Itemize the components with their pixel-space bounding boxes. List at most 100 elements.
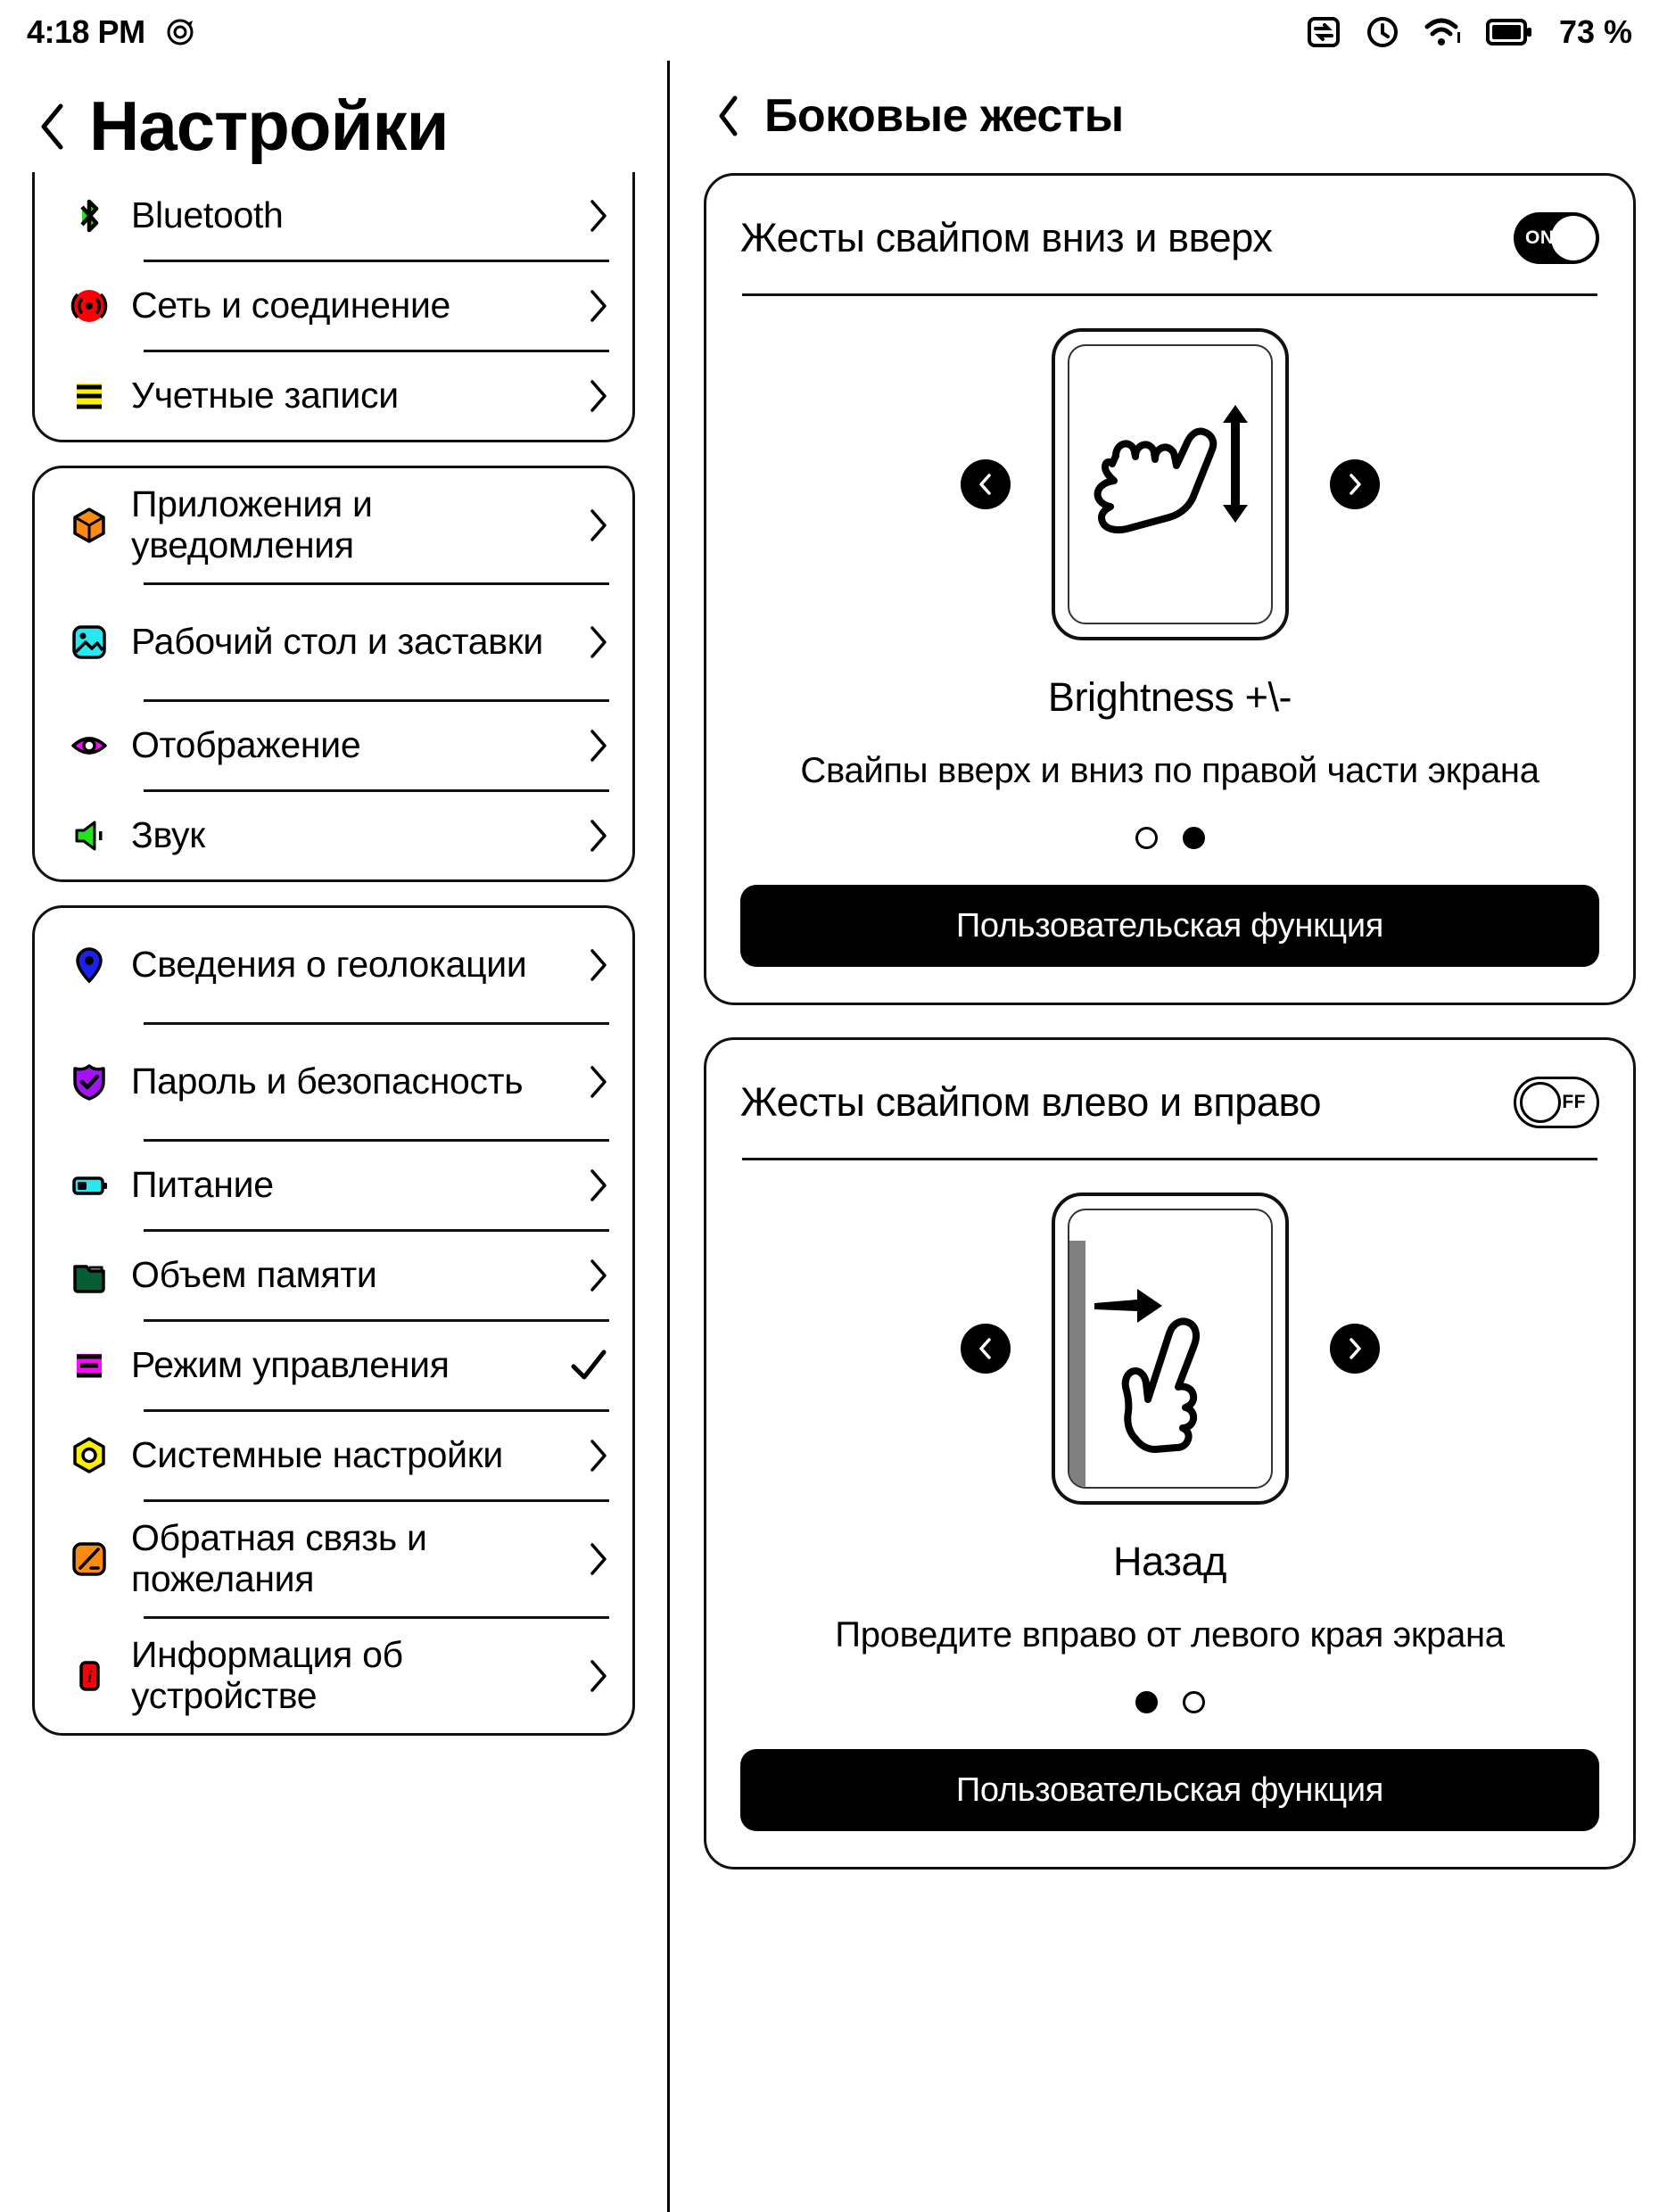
display-eye-icon: [65, 722, 113, 770]
sidebar-item-power[interactable]: Питание: [35, 1142, 632, 1229]
chevron-left-circle-icon[interactable]: [960, 1324, 1011, 1374]
svg-text:i: i: [87, 1668, 93, 1687]
sidebar-item-label: Рабочий стол и заставки: [131, 621, 543, 663]
custom-function-button[interactable]: Пользовательская функция: [740, 1749, 1599, 1831]
carousel-dot[interactable]: [1135, 827, 1158, 849]
sidebar-item-label: Пароль и безопасность: [131, 1061, 524, 1102]
sidebar-item-bluetooth[interactable]: Bluetooth: [35, 172, 632, 260]
sidebar-item-system-settings[interactable]: Системные настройки: [35, 1412, 632, 1499]
carousel-dots: [740, 827, 1599, 849]
carousel-dot[interactable]: [1182, 1691, 1205, 1713]
status-time: 4:18 PM: [27, 13, 145, 50]
sidebar-item-label: Учетные записи: [131, 375, 399, 417]
custom-function-button[interactable]: Пользовательская функция: [740, 885, 1599, 967]
settings-group-3: Сведения о геолокации Пароль и безопасно…: [32, 905, 635, 1736]
apps-cube-icon: [65, 501, 113, 549]
sidebar-item-label: Системные настройки: [131, 1434, 503, 1476]
chevron-left-circle-icon[interactable]: [960, 459, 1011, 509]
sidebar-item-label: Обратная связь и пожелания: [131, 1517, 427, 1599]
chevron-right-icon: [588, 378, 609, 414]
chevron-right-icon: [588, 1541, 609, 1577]
sidebar-item-display[interactable]: Отображение: [35, 702, 632, 789]
wallpaper-icon: [65, 618, 113, 666]
gesture-description: Свайпы вверх и вниз по правой части экра…: [800, 751, 1539, 790]
chevron-right-icon: [588, 288, 609, 324]
side-gestures-panel: Боковые жесты Жесты свайпом вниз и вверх…: [670, 64, 1659, 2212]
card-title: Жесты свайпом вниз и вверх: [740, 215, 1273, 260]
chevron-right-icon: [588, 1064, 609, 1100]
chevron-right-icon: [588, 1438, 609, 1473]
gesture-name: Brightness +\-: [1047, 674, 1292, 720]
feedback-pencil-icon: [65, 1535, 113, 1583]
detail-header: Боковые жесты: [670, 64, 1659, 143]
settings-header: Настройки: [0, 64, 667, 172]
card-header: Жесты свайпом вниз и вверх ON: [740, 195, 1599, 281]
chevron-right-icon: [588, 1658, 609, 1694]
sidebar-item-storage[interactable]: Объем памяти: [35, 1232, 632, 1319]
chevron-left-icon[interactable]: [37, 102, 68, 152]
gesture-carousel: [740, 328, 1599, 640]
location-pin-icon: [65, 941, 113, 989]
sidebar-item-feedback[interactable]: Обратная связь и пожелания: [35, 1502, 632, 1616]
control-mode-icon: [65, 1341, 113, 1390]
horizontal-gestures-toggle[interactable]: OFF: [1514, 1077, 1599, 1128]
chevron-left-icon[interactable]: [716, 95, 741, 137]
refresh-circle-icon: [165, 17, 195, 47]
tablet-illustration-horizontal: [1051, 1193, 1289, 1505]
chevron-right-icon: [588, 624, 609, 660]
battery-percent: 73 %: [1558, 13, 1632, 50]
sidebar-item-label: Bluetooth: [131, 194, 284, 236]
card-header: Жесты свайпом влево и вправо OFF: [740, 1060, 1599, 1145]
clock-icon: [1365, 14, 1400, 50]
carousel-dot-active[interactable]: [1135, 1691, 1158, 1713]
card-title: Жесты свайпом влево и вправо: [740, 1079, 1322, 1125]
battery-icon: [1485, 18, 1532, 46]
gesture-card-horizontal: Жесты свайпом влево и вправо OFF Назад П…: [704, 1037, 1636, 1869]
sidebar-item-security[interactable]: Пароль и безопасность: [35, 1025, 632, 1139]
accounts-icon: [65, 372, 113, 420]
sidebar-item-label: Сеть и соединение: [131, 285, 451, 326]
sidebar-item-label: Объем памяти: [131, 1254, 377, 1296]
chevron-right-circle-icon[interactable]: [1329, 1324, 1380, 1374]
card-rule: [742, 293, 1597, 296]
settings-group-1: Bluetooth Сеть и соединение Учетные запи…: [32, 172, 635, 442]
carousel-dot-active[interactable]: [1182, 827, 1205, 849]
sound-speaker-icon: [65, 812, 113, 860]
status-bar: 4:18 PM 73 %: [0, 0, 1659, 64]
gesture-name: Назад: [1113, 1539, 1226, 1584]
system-nut-icon: [65, 1432, 113, 1480]
sidebar-item-control-mode[interactable]: Режим управления: [35, 1322, 632, 1409]
checkmark-icon: [568, 1345, 609, 1386]
settings-list-panel: Настройки Bluetooth Сеть и соединение Уч…: [0, 64, 667, 2212]
bluetooth-icon: [65, 192, 113, 240]
sidebar-item-label: Отображение: [131, 724, 361, 766]
sidebar-item-label: Информация об устройстве: [131, 1634, 403, 1716]
sidebar-item-label: Питание: [131, 1164, 274, 1206]
sidebar-item-device-info[interactable]: i Информация об устройстве: [35, 1619, 632, 1733]
tablet-illustration-vertical: [1051, 328, 1289, 640]
sidebar-item-sound[interactable]: Звук: [35, 792, 632, 879]
device-info-icon: i: [65, 1652, 113, 1700]
sync-toggle-icon: [1306, 14, 1341, 50]
chevron-right-icon: [588, 508, 609, 543]
sidebar-item-label: Звук: [131, 814, 205, 856]
carousel-dots: [740, 1691, 1599, 1713]
chevron-right-circle-icon[interactable]: [1329, 459, 1380, 509]
sidebar-item-wallpaper[interactable]: Рабочий стол и заставки: [35, 585, 632, 699]
page-title: Настройки: [89, 87, 450, 165]
sidebar-item-accounts[interactable]: Учетные записи: [35, 352, 632, 440]
sidebar-item-apps[interactable]: Приложения и уведомления: [35, 468, 632, 582]
chevron-right-icon: [588, 947, 609, 983]
sidebar-item-label: Режим управления: [131, 1344, 450, 1386]
chevron-right-icon: [588, 728, 609, 763]
sidebar-item-location[interactable]: Сведения о геолокации: [35, 908, 632, 1022]
settings-screen: 4:18 PM 73 % Настройки Bluetooth Сеть и …: [0, 0, 1659, 2212]
gesture-description: Проведите вправо от левого края экрана: [835, 1615, 1505, 1655]
toggle-knob: [1551, 216, 1596, 260]
power-battery-icon: [65, 1161, 113, 1209]
settings-group-2: Приложения и уведомления Рабочий стол и …: [32, 466, 635, 882]
sidebar-item-network[interactable]: Сеть и соединение: [35, 262, 632, 350]
sidebar-item-label: Сведения о геолокации: [131, 944, 527, 986]
gesture-card-vertical: Жесты свайпом вниз и вверх ON Brightness…: [704, 173, 1636, 1005]
vertical-gestures-toggle[interactable]: ON: [1514, 212, 1599, 264]
